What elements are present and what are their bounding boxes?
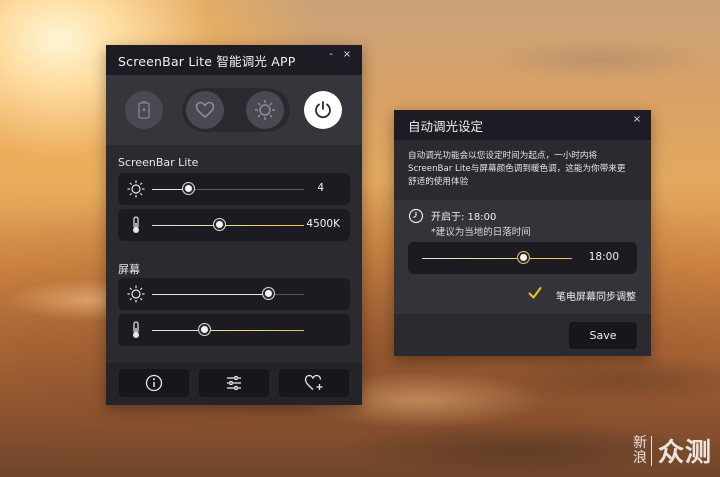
screen-temperature-thumb[interactable] <box>198 324 210 335</box>
info-button[interactable] <box>119 369 189 397</box>
description-line-1: 自动调光功能会以您设定时间为起点，一小时内将 <box>408 151 598 161</box>
dialog-settings-area: 开启于: 18:00 *建议为当地的日落时间 18:00 笔电屏幕同步调整 <box>394 200 651 314</box>
screen-brightness-thumb[interactable] <box>262 288 274 299</box>
time-value: 18:00 <box>588 251 619 263</box>
screen-brightness-slider-row <box>118 278 350 310</box>
dialog-footer: Save <box>394 314 651 356</box>
power-button[interactable] <box>304 91 342 129</box>
add-favorite-icon <box>304 374 323 390</box>
screen-brightness-fill <box>152 294 268 295</box>
thermometer-icon <box>133 216 139 233</box>
time-slider-row: 18:00 <box>408 242 637 274</box>
battery-icon <box>138 101 150 119</box>
close-button[interactable]: × <box>340 49 354 61</box>
thermometer-icon <box>133 321 139 338</box>
sync-screen-label: 笔电屏幕同步调整 <box>556 292 636 303</box>
bottom-toolbar <box>106 363 362 405</box>
lamp-temperature-slider-row: 4500K <box>118 209 350 241</box>
watermark-logo: 新 浪 众测 <box>633 432 712 469</box>
checkmark-icon[interactable] <box>528 286 542 300</box>
heart-icon <box>195 101 215 119</box>
watermark-zhongce: 众测 <box>657 438 712 468</box>
lamp-temperature-thumb[interactable] <box>213 219 225 230</box>
time-slider-thumb[interactable] <box>517 252 529 263</box>
adjust-icon <box>227 375 241 391</box>
lamp-brightness-thumb[interactable] <box>183 183 195 194</box>
adjust-button[interactable] <box>199 369 269 397</box>
lamp-brightness-slider-row: 4 <box>118 173 350 205</box>
window-title: ScreenBar Lite 智能调光 APP <box>118 53 296 69</box>
lamp-temperature-value: 4500K <box>306 218 340 230</box>
lamp-temperature-track <box>152 225 304 226</box>
auto-dimming-dialog: 自动调光设定 × 自动调光功能会以您设定时间为起点，一小时内将 ScreenBa… <box>394 110 651 356</box>
sunset-hint: *建议为当地的日落时间 <box>431 227 531 238</box>
favorite-mode-button[interactable] <box>186 91 224 129</box>
mode-selector <box>106 75 362 145</box>
battery-mode-button[interactable] <box>125 91 163 129</box>
lamp-brightness-value: 4 <box>317 182 324 194</box>
dialog-close-button[interactable]: × <box>630 114 644 126</box>
dialog-title: 自动调光设定 <box>408 118 484 134</box>
auto-light-mode-button[interactable] <box>246 91 284 129</box>
add-favorite-button[interactable] <box>279 369 349 397</box>
description-line-3: 舒适的使用体验 <box>408 177 469 187</box>
dialog-title-bar: 自动调光设定 × <box>394 110 651 140</box>
watermark-divider <box>650 435 652 466</box>
save-button[interactable]: Save <box>569 322 637 349</box>
minimize-button[interactable]: - <box>324 49 338 61</box>
description-line-2: ScreenBar Lite与屏幕颜色调到暖色调，这能为你带来更 <box>408 164 626 174</box>
power-icon <box>315 101 331 119</box>
screen-temperature-slider-row <box>118 314 350 346</box>
lamp-section-label: ScreenBar Lite <box>118 156 199 169</box>
title-bar: ScreenBar Lite 智能调光 APP - × <box>106 45 362 75</box>
start-time-label: 开启于: 18:00 <box>431 212 497 223</box>
screenbar-app-window: ScreenBar Lite 智能调光 APP - × ScreenBar Li… <box>106 45 362 405</box>
sun-icon <box>127 180 145 198</box>
watermark-char-bottom: 浪 <box>632 449 647 466</box>
screen-temperature-track <box>152 330 304 331</box>
info-icon <box>145 374 163 392</box>
screen-section-label: 屏幕 <box>118 263 140 276</box>
time-track <box>422 258 572 259</box>
watermark-char-top: 新 <box>632 434 647 451</box>
clock-icon <box>408 208 424 224</box>
sun-icon <box>127 285 145 303</box>
auto-light-icon <box>255 100 275 120</box>
watermark-sina: 新 浪 <box>632 434 647 466</box>
